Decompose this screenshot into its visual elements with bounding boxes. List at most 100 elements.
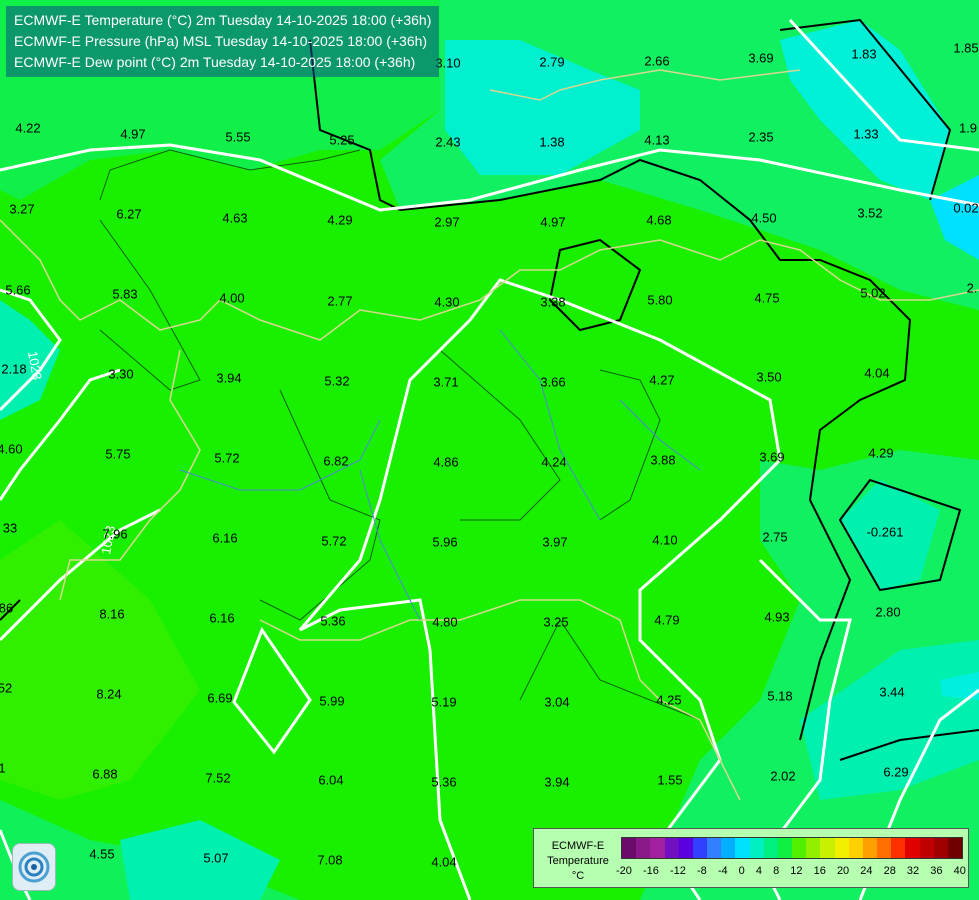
temperature-value: 3.38: [540, 294, 566, 310]
temperature-value: 3.27: [9, 201, 35, 217]
temperature-value: 1.38: [539, 134, 565, 150]
temperature-value: 7.08: [317, 852, 343, 868]
temperature-value: 7.96: [102, 526, 128, 542]
temperature-value: 2.18: [1, 361, 27, 377]
temperature-value: 8.16: [99, 606, 125, 622]
temperature-value: 6.29: [883, 764, 909, 780]
legend-swatch: [721, 838, 736, 858]
legend-tick-label: 8: [773, 865, 780, 877]
temperature-value: 5.02: [860, 285, 886, 301]
temperature-value: 4.25: [656, 692, 682, 708]
temperature-value: 6.16: [212, 530, 238, 546]
temperature-value: 4.29: [327, 212, 353, 228]
temperature-value: 3.69: [748, 50, 774, 66]
legend-tick-label: -8: [696, 865, 707, 877]
temperature-value: 52: [0, 680, 13, 696]
temperature-value: 3.04: [544, 694, 570, 710]
temperature-value: 6.69: [207, 690, 233, 706]
temperature-value: 5.72: [214, 450, 240, 466]
legend-swatch: [848, 838, 863, 858]
legend-tick-label: 28: [883, 865, 896, 877]
legend-swatch: [891, 838, 906, 858]
temperature-value: 1: [0, 760, 6, 776]
temperature-value: 5.99: [319, 693, 345, 709]
temperature-value: 4.24: [541, 454, 567, 470]
temperature-value: 5.25: [329, 132, 355, 148]
temperature-value: 8.24: [96, 686, 122, 702]
temperature-value: 3.97: [542, 534, 568, 550]
legend-variable: Temperature: [547, 855, 609, 867]
legend-swatch: [763, 838, 778, 858]
temperature-value: 4.68: [646, 212, 672, 228]
temperature-value: 4.10: [652, 532, 678, 548]
temperature-value: 3.66: [540, 374, 566, 390]
temperature-value: 6.04: [318, 772, 344, 788]
temperature-value: 2.43: [435, 134, 461, 150]
map-title: ECMWF-E Temperature (°C) 2m Tuesday 14-1…: [6, 6, 440, 77]
temperature-value: 1.85: [953, 40, 979, 56]
temperature-value: 5.66: [5, 282, 31, 298]
temperature-value: 4.63: [222, 210, 248, 226]
swirl-icon: [18, 851, 50, 883]
temperature-value: 2.66: [644, 53, 670, 69]
temperature-value: 4.97: [120, 126, 146, 142]
legend-ticks: -20 -16 -12 -8 -4 0 4 8 12 16 20 24 28 32 36 40: [616, 865, 966, 877]
temperature-value: 4.97: [540, 214, 566, 230]
legend-swatch: [678, 838, 693, 858]
temperature-value: 2.: [966, 280, 978, 296]
temperature-value: 4.60: [0, 441, 23, 457]
temperature-value: 5.36: [431, 774, 457, 790]
temperature-value: 4.04: [864, 365, 890, 381]
legend-swatch: [636, 838, 651, 858]
temperature-value: 33: [2, 520, 18, 536]
legend-model: ECMWF-E: [551, 840, 605, 852]
legend-swatch: [777, 838, 793, 858]
legend-tick-label: -12: [669, 865, 686, 877]
temperature-value: 5.83: [112, 286, 138, 302]
legend-tick-label: 40: [953, 865, 966, 877]
legend-tick-label: 12: [790, 865, 803, 877]
legend-color-bar: [621, 837, 963, 859]
temperature-value: 5.07: [203, 850, 229, 866]
temperature-value: 0.02: [953, 200, 979, 216]
temperature-value: 5.36: [320, 613, 346, 629]
temperature-value: 1.83: [851, 46, 877, 62]
temperature-value: 5.55: [225, 129, 251, 145]
legend-swatch: [707, 838, 722, 858]
temperature-value: 3.69: [759, 449, 785, 465]
brand-logo: [12, 843, 56, 891]
temperature-value: 4.13: [644, 132, 670, 148]
temperature-value: 4.29: [868, 445, 894, 461]
temperature-value: 5.72: [321, 533, 347, 549]
temperature-value: 7.52: [205, 770, 231, 786]
legend-swatch: [834, 838, 849, 858]
temperature-value: 1.33: [853, 126, 879, 142]
legend-swatch: [820, 838, 835, 858]
legend-swatch: [692, 838, 708, 858]
temperature-value: 4.79: [654, 612, 680, 628]
temperature-value: 6.88: [92, 766, 118, 782]
title-line-dewpoint: ECMWF-E Dew point (°C) 2m Tuesday 14-10-…: [14, 54, 416, 70]
temperature-value: 3.44: [879, 684, 905, 700]
title-line-pressure: ECMWF-E Pressure (hPa) MSL Tuesday 14-10…: [14, 33, 428, 49]
temperature-value: 6.82: [323, 453, 349, 469]
weather-map[interactable]: 1023 1023 4.22 4.97 5.55 5.25 2.43 1.38 4.13 2.…: [0, 0, 979, 900]
legend-swatch: [806, 838, 821, 858]
temperature-value: 6.16: [209, 610, 235, 626]
temperature-value: 1.9: [958, 120, 978, 136]
temperature-value: 4.55: [89, 846, 115, 862]
temperature-value: 3.30: [108, 366, 134, 382]
temperature-value: 5.32: [324, 373, 350, 389]
legend-tick-label: 24: [860, 865, 873, 877]
legend-swatch: [664, 838, 679, 858]
legend-tick-label: -4: [717, 865, 728, 877]
temperature-value: 2.35: [748, 129, 774, 145]
temperature-value: 3.25: [543, 614, 569, 630]
temperature-value: 4.30: [434, 294, 460, 310]
legend-swatch: [862, 838, 878, 858]
legend-swatch: [877, 838, 892, 858]
legend-swatch: [650, 838, 665, 858]
legend-swatch: [749, 838, 764, 858]
legend-swatch: [933, 838, 948, 858]
legend-title: ECMWF-E Temperature °C: [538, 839, 618, 884]
